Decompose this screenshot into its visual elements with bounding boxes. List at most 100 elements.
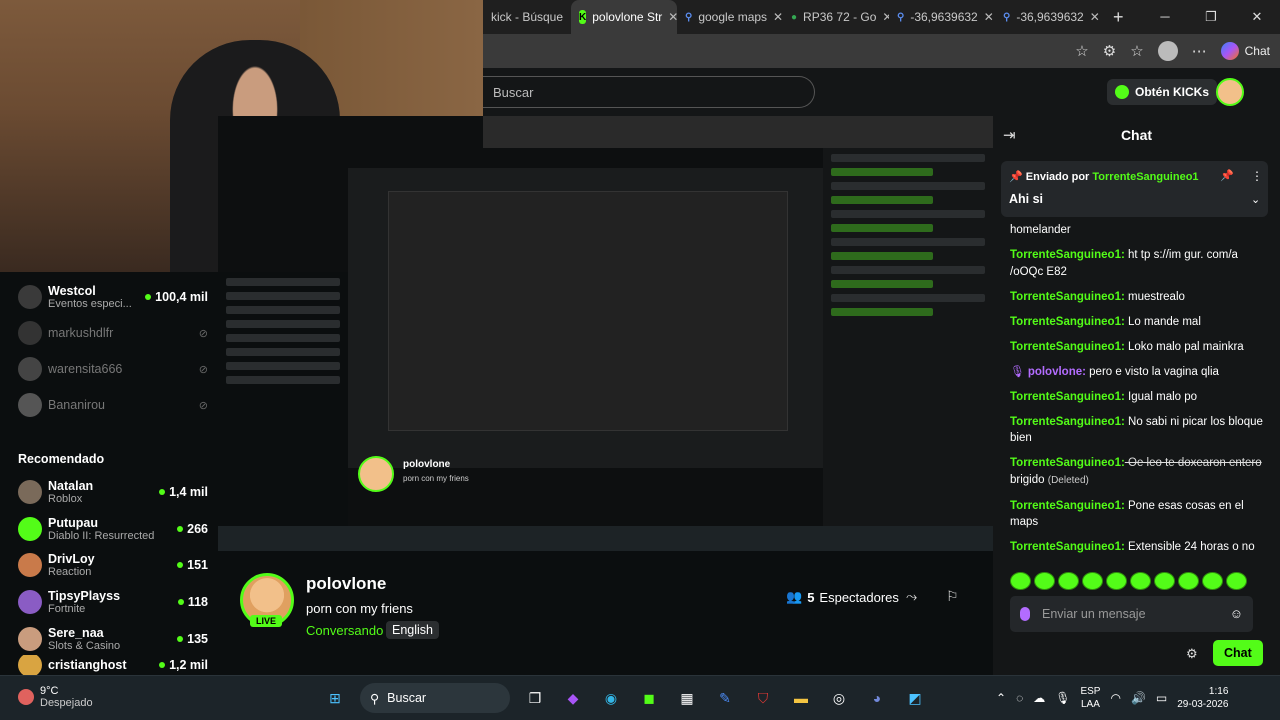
obs-icon[interactable]: ◎ (826, 685, 852, 711)
battery-icon[interactable]: ▭ (1156, 691, 1167, 705)
emote-icon[interactable] (1034, 572, 1055, 590)
stream-mirrored-taskbar (218, 526, 993, 551)
tray-app-icon[interactable]: ◌ (1016, 691, 1023, 705)
emote-icon[interactable] (1010, 572, 1031, 590)
live-dot-icon (177, 599, 184, 605)
emote-icon[interactable] (1082, 572, 1103, 590)
user-avatar[interactable] (1216, 78, 1244, 106)
weather-widget[interactable]: 9°C Despejado (18, 685, 93, 709)
onedrive-icon[interactable]: ☁ (1033, 691, 1045, 705)
chevron-down-icon[interactable]: ⌄ (1251, 193, 1260, 206)
browser-tab[interactable]: ⚲ google maps ✕ (677, 0, 783, 34)
more-icon[interactable]: ⋮ (1251, 169, 1263, 183)
close-icon[interactable]: ✕ (668, 10, 677, 24)
sidebar-channel-offline[interactable]: markushdlfr ⊘ (18, 316, 208, 350)
browser-tab[interactable]: kick - Búsque (483, 0, 571, 34)
channel-name: Westcol (48, 284, 96, 298)
sidebar-channel-recommended[interactable]: Natalan Roblox 1,4 mil (18, 475, 208, 509)
follow-icon[interactable]: ⚐ (946, 588, 959, 605)
live-dot-icon (177, 562, 184, 568)
profile-avatar[interactable] (1157, 41, 1178, 61)
browser-tab-active[interactable]: K polovlone Str ✕ (571, 0, 677, 34)
language-tag[interactable]: English (386, 621, 439, 639)
avatar (18, 357, 42, 381)
sidebar-channel-recommended[interactable]: DrivLoy Reaction 151 (18, 548, 208, 582)
streamer-name[interactable]: polovlone (306, 574, 386, 594)
clock[interactable]: 1:16 29-03-2026 (1177, 685, 1228, 711)
edge-icon[interactable]: ◉ (598, 685, 624, 711)
sidebar-channel-recommended[interactable]: Sere_naa Slots & Casino 135 (18, 622, 208, 656)
editor-icon[interactable]: ✎ (712, 685, 738, 711)
copilot-button[interactable]: Chat (1220, 42, 1270, 60)
task-view-icon[interactable]: ❐ (522, 685, 548, 711)
send-chat-button[interactable]: Chat (1213, 640, 1263, 666)
browser-tab[interactable]: ⚲ -36,9639632 ✕ (995, 0, 1101, 34)
tab-label: -36,9639632 (1016, 10, 1084, 24)
pin-icon[interactable]: 📌 (1220, 169, 1234, 182)
sidebar-channel-recommended[interactable]: Putupau Diablo II: Resurrected 266 (18, 512, 208, 546)
extensions-icon[interactable]: ⚙ (1103, 42, 1116, 60)
taskbar-search[interactable]: ⚲ Buscar (360, 683, 510, 713)
pinned-message[interactable]: 📌 Enviado por TorrenteSanguineo1 Ahi si … (1001, 161, 1268, 217)
maximize-icon[interactable]: ❐ (1188, 9, 1234, 25)
chat-message-input[interactable]: Enviar un mensaje ☺ (1010, 596, 1253, 632)
antivirus-icon[interactable]: ⛉ (750, 685, 776, 711)
close-icon[interactable]: ✕ (984, 10, 994, 24)
close-icon[interactable]: ✕ (882, 10, 889, 24)
wifi-icon[interactable]: ◠ (1110, 691, 1120, 705)
browser-tab[interactable]: ● RP36 72 - Go ✕ (783, 0, 889, 34)
sidebar-channel-recommended[interactable]: TipsyPlayss Fortnite 118 (18, 585, 208, 619)
emote-icon[interactable] (1154, 572, 1175, 590)
mic-icon (1020, 607, 1030, 621)
more-icon[interactable]: ⋯ (1192, 42, 1207, 60)
close-icon[interactable]: ✕ (1090, 10, 1100, 24)
channel-category: Diablo II: Resurrected (48, 530, 155, 542)
channel-category: Reaction (48, 566, 92, 578)
minecraft-icon[interactable]: ◼ (636, 685, 662, 711)
sidebar-channel-recommended[interactable]: cristianghost 1,2 mil (18, 655, 208, 675)
sidebar-channel-westcol[interactable]: Westcol Eventos especi... 100,4 mil (18, 280, 208, 314)
recommended-title: Recomendado (18, 452, 105, 466)
sidebar-channel-offline[interactable]: warensita666 ⊘ (18, 352, 208, 386)
star-icon[interactable]: ☆ (1075, 42, 1088, 60)
emote-icon[interactable] (1130, 572, 1151, 590)
emote-icon[interactable] (1058, 572, 1079, 590)
store-icon[interactable]: ▦ (674, 685, 700, 711)
copilot-icon[interactable]: ◆ (560, 685, 586, 711)
windows-start-icon[interactable]: ⊞ (322, 685, 348, 711)
viewer-count: 100,4 mil (145, 290, 208, 304)
gear-icon[interactable]: ⚙ (1186, 646, 1198, 662)
stream-category[interactable]: Conversando (306, 623, 383, 638)
discord-icon[interactable]: ◕ (864, 685, 890, 711)
search-input[interactable]: Buscar (483, 76, 815, 108)
emote-icon[interactable] (1202, 572, 1223, 590)
browser-tab[interactable]: ⚲ -36,9639632 ✕ (889, 0, 995, 34)
get-kicks-button[interactable]: Obtén KICKs (1107, 79, 1218, 105)
emote-icon[interactable] (1226, 572, 1247, 590)
volume-icon[interactable]: 🔊 (1131, 691, 1146, 705)
video-player[interactable]: polovlone porn con my friens (218, 116, 993, 551)
folder-icon[interactable]: ▬ (788, 685, 814, 711)
close-window-icon[interactable]: ✕ (1234, 9, 1280, 25)
sidebar-channel-offline[interactable]: Bananirou ⊘ (18, 388, 208, 422)
chat-input-placeholder: Enviar un mensaje (1042, 607, 1146, 621)
emote-icon[interactable] (1178, 572, 1199, 590)
viewer-count: 1,2 mil (159, 658, 208, 672)
favorites-icon[interactable]: ☆ (1130, 42, 1143, 60)
avatar (18, 553, 42, 577)
stream-video-frame: polovlone porn con my friens (218, 116, 993, 551)
minimize-icon[interactable]: ─ (1142, 9, 1188, 25)
chat-message: TorrenteSanguineo1: No sabi ni picar los… (1010, 415, 1263, 445)
emote-icon[interactable] (1106, 572, 1127, 590)
share-icon[interactable]: ⤳ (906, 588, 917, 605)
mic-icon[interactable]: 🎙 (1055, 691, 1070, 705)
stream-mirrored-chat (823, 148, 993, 528)
avatar (18, 285, 42, 309)
close-icon[interactable]: ✕ (773, 10, 783, 24)
language-indicator[interactable]: ESP LAA (1080, 685, 1100, 711)
new-tab-button[interactable]: + (1101, 7, 1136, 28)
chevron-up-icon[interactable]: ⌃ (996, 691, 1006, 705)
avatar (18, 480, 42, 504)
app-icon[interactable]: ◩ (902, 685, 928, 711)
emoji-icon[interactable]: ☺ (1230, 606, 1243, 621)
